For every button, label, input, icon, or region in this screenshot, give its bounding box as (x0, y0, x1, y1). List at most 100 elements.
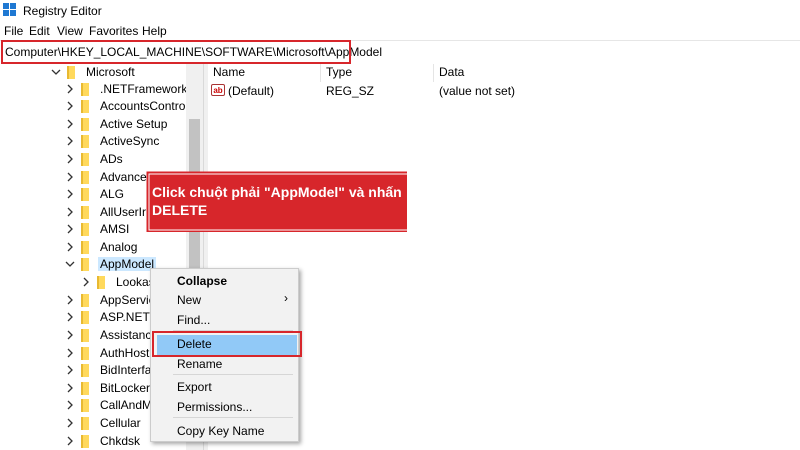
folder-icon (81, 310, 89, 324)
folder-icon (81, 117, 89, 131)
chevron-right-icon[interactable] (64, 171, 76, 183)
address-highlight-box (1, 40, 351, 64)
folder-icon (81, 328, 89, 342)
column-header-data[interactable]: Data (434, 64, 800, 82)
tree-item[interactable]: CallAndMe (64, 396, 161, 414)
tree-item[interactable]: Cellular (64, 414, 143, 432)
tree-item-label: ADs (100, 152, 123, 166)
tree-item-label: ALG (100, 187, 125, 201)
menu-bar: File Edit View Favorites Help (0, 22, 800, 40)
tree-item[interactable]: Active Setup (64, 115, 169, 133)
menu-item-rename[interactable]: Rename (177, 357, 222, 371)
chevron-right-icon[interactable] (64, 417, 76, 429)
chevron-right-icon[interactable] (64, 435, 76, 447)
chevron-right-icon[interactable] (64, 223, 76, 235)
folder-icon (81, 363, 89, 377)
chevron-right-icon[interactable] (64, 241, 76, 253)
folder-icon (81, 381, 89, 395)
folder-icon (81, 293, 89, 307)
folder-icon (81, 170, 89, 184)
menu-item-find[interactable]: Find... (177, 313, 210, 327)
annotation-text: Click chuột phải "AppModel" và nhấn DELE… (152, 184, 402, 218)
tree-item[interactable]: AMSI (64, 220, 131, 238)
tree-item-label: Chkdsk (100, 434, 141, 448)
tree-item-label: AccountsControl (100, 99, 189, 113)
tree-item[interactable]: .NETFramework (64, 80, 189, 98)
menu-item-copy-key-name[interactable]: Copy Key Name (177, 424, 264, 438)
tree-item[interactable]: BitLockerC (64, 379, 161, 397)
chevron-right-icon[interactable] (64, 206, 76, 218)
tree-item[interactable]: ActiveSync (64, 132, 161, 150)
chevron-right-icon[interactable] (64, 329, 76, 341)
window-title: Registry Editor (23, 4, 102, 18)
menu-separator (173, 374, 293, 375)
folder-icon (97, 275, 105, 289)
menu-edit[interactable]: Edit (29, 24, 50, 38)
value-name[interactable]: (Default) (228, 84, 274, 98)
tree-item-label: Analog (100, 240, 138, 254)
chevron-right-icon[interactable] (64, 382, 76, 394)
chevron-down-icon[interactable] (50, 66, 62, 78)
chevron-right-icon[interactable] (64, 347, 76, 359)
tree-item-label: Microsoft (86, 65, 135, 79)
tree-item[interactable]: Lookasi (80, 273, 159, 291)
string-value-icon: ab (211, 84, 225, 96)
tree-item-label: AppModel (98, 257, 157, 271)
tree-item[interactable]: Chkdsk (64, 432, 142, 450)
tree-item-label: AuthHost (100, 346, 150, 360)
chevron-right-icon[interactable] (64, 364, 76, 376)
chevron-right-icon[interactable] (64, 118, 76, 130)
chevron-right-icon[interactable] (64, 294, 76, 306)
chevron-right-icon[interactable] (64, 311, 76, 323)
chevron-right-icon[interactable] (64, 188, 76, 200)
menu-view[interactable]: View (57, 24, 83, 38)
menu-help[interactable]: Help (142, 24, 167, 38)
menu-favorites[interactable]: Favorites (89, 24, 138, 38)
menu-item-new[interactable]: New (177, 293, 201, 307)
tree-item-label: ActiveSync (100, 134, 160, 148)
chevron-right-icon[interactable] (64, 399, 76, 411)
folder-icon (81, 205, 89, 219)
tree-item[interactable]: AccountsControl (64, 97, 190, 115)
column-header-name[interactable]: Name (208, 64, 321, 82)
tree-item[interactable]: Analog (64, 238, 139, 256)
chevron-right-icon[interactable] (64, 135, 76, 147)
delete-highlight-box (152, 331, 302, 357)
tree-item[interactable]: AuthHost (64, 344, 151, 362)
tree-item[interactable]: BidInterfac (64, 361, 159, 379)
chevron-down-icon[interactable] (64, 258, 76, 270)
folder-icon (81, 99, 89, 113)
tree-item-label: .NETFramework (100, 82, 188, 96)
submenu-arrow-icon: › (284, 291, 288, 305)
menu-item-collapse[interactable]: Collapse (177, 274, 227, 288)
chevron-right-icon[interactable] (80, 276, 92, 288)
folder-icon (81, 416, 89, 430)
menu-item-permissions[interactable]: Permissions... (177, 400, 252, 414)
chevron-right-icon[interactable] (64, 100, 76, 112)
title-bar: Registry Editor (0, 0, 800, 22)
folder-icon (81, 346, 89, 360)
folder-icon (81, 134, 89, 148)
tree-item-label: Cellular (100, 416, 141, 430)
folder-icon (67, 65, 75, 79)
tree-item[interactable]: ASP.NET (64, 308, 152, 326)
column-header-type[interactable]: Type (321, 64, 434, 82)
chevron-right-icon[interactable] (64, 83, 76, 95)
value-data: (value not set) (439, 84, 516, 98)
value-type: REG_SZ (326, 84, 375, 98)
tree-item-appmodel[interactable]: AppModel (64, 255, 157, 273)
tree-item[interactable]: ADs (64, 150, 125, 168)
tree-item-label: ASP.NET (100, 310, 150, 324)
folder-icon (81, 257, 89, 271)
tree-item-microsoft[interactable]: Microsoft (50, 64, 137, 81)
menu-file[interactable]: File (4, 24, 23, 38)
menu-item-export[interactable]: Export (177, 380, 212, 394)
registry-editor-icon (3, 3, 17, 17)
folder-icon (81, 187, 89, 201)
tree-item[interactable]: Assistance (64, 326, 160, 344)
tree-item-label: Active Setup (100, 117, 168, 131)
tree-item[interactable]: ALG (64, 185, 126, 203)
tree-item[interactable]: AppService (64, 291, 163, 309)
folder-icon (81, 152, 89, 166)
chevron-right-icon[interactable] (64, 153, 76, 165)
